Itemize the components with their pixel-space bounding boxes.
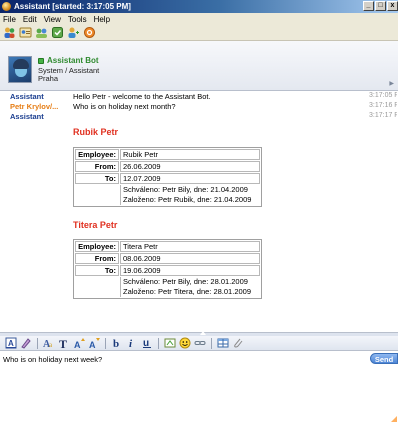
window-title: Assistant [started: 3:17:05 PM] <box>14 2 131 11</box>
toolbar-separator <box>158 337 159 349</box>
blank-cell <box>75 185 119 205</box>
created-line: Založeno: Petr Titera, dne: 28.01.2009 <box>123 287 252 296</box>
grow-font-icon[interactable]: A <box>73 337 85 349</box>
close-button[interactable]: x <box>387 1 398 11</box>
svg-text:T: T <box>59 337 67 349</box>
approval-note: Schváleno: Petr Bily, dne: 28.01.2009 Za… <box>120 277 260 297</box>
svg-text:a: a <box>49 341 53 349</box>
app-icon <box>2 2 11 11</box>
approved-line: Schváleno: Petr Bily, dne: 28.01.2009 <box>123 277 248 286</box>
menu-edit[interactable]: Edit <box>23 15 37 24</box>
emoticon-icon[interactable] <box>179 337 191 349</box>
bold-icon[interactable]: b <box>111 337 123 349</box>
menu-view[interactable]: View <box>44 15 61 24</box>
window-titlebar: Assistant [started: 3:17:05 PM] _ □ x <box>0 0 398 13</box>
contact-name: Assistant Bot <box>38 56 99 65</box>
contact-location: Praha <box>38 74 59 83</box>
employee-title: Rubik Petr <box>73 127 119 137</box>
table-icon[interactable] <box>217 337 229 349</box>
message-time: 3:17:16 PM <box>369 102 397 109</box>
employee-table: Employee: Rubik Petr From: 26.06.2009 To… <box>73 147 262 207</box>
svg-text:A: A <box>89 340 96 349</box>
svg-text:A: A <box>8 339 14 348</box>
toolbar-separator <box>37 337 38 349</box>
employee-label: Employee: <box>75 241 119 252</box>
contact-name-label: Assistant Bot <box>47 56 99 65</box>
font-icon[interactable]: Aa <box>43 337 55 349</box>
from-label: From: <box>75 253 119 264</box>
employee-label: Employee: <box>75 149 119 160</box>
message-row: Petr Krylov/... Who is on holiday next m… <box>0 102 398 112</box>
italic-icon[interactable]: i <box>126 337 138 349</box>
from-label: From: <box>75 161 119 172</box>
employee-value: Rubik Petr <box>120 149 260 160</box>
to-label: To: <box>75 173 119 184</box>
window-controls: _ □ x <box>363 1 398 11</box>
contact-panel: Assistant Bot System / Assistant Praha ▶ <box>0 41 398 91</box>
online-status-icon <box>38 57 44 64</box>
svg-text:b: b <box>113 338 119 349</box>
message-time: 3:17:05 PM <box>369 92 397 99</box>
send-button[interactable]: Send <box>370 353 398 364</box>
approved-line: Schváleno: Petr Bily, dne: 21.04.2009 <box>123 185 248 194</box>
blank-cell <box>75 277 119 297</box>
menu-file[interactable]: File <box>3 15 16 24</box>
chevron-right-icon[interactable]: ▶ <box>389 80 394 87</box>
toolbar-separator <box>211 337 212 349</box>
contact-card-icon[interactable] <box>19 26 32 39</box>
message-text: Hello Petr - welcome to the Assistant Bo… <box>73 92 211 101</box>
to-label: To: <box>75 265 119 276</box>
to-value: 12.07.2009 <box>120 173 260 184</box>
chat-transcript: Assistant Hello Petr - welcome to the As… <box>0 91 398 332</box>
link-icon[interactable] <box>194 337 206 349</box>
from-value: 26.06.2009 <box>120 161 260 172</box>
text-color-icon[interactable]: A <box>5 337 17 349</box>
message-row: Assistant 3:17:17 PM <box>0 112 398 122</box>
message-time: 3:17:17 PM <box>369 112 397 119</box>
created-line: Založeno: Petr Rubik, dne: 21.04.2009 <box>123 195 252 204</box>
history-icon[interactable] <box>51 26 64 39</box>
svg-text:A: A <box>74 340 81 349</box>
add-user-icon[interactable] <box>67 26 80 39</box>
avatar-hair <box>13 59 29 69</box>
avatar <box>8 56 32 83</box>
splitter-handle-icon[interactable] <box>200 331 206 335</box>
underline-icon[interactable]: u <box>141 337 153 349</box>
minimize-button[interactable]: _ <box>363 1 374 11</box>
shrink-font-icon[interactable]: A <box>88 337 100 349</box>
message-sender: Petr Krylov/... <box>10 102 59 111</box>
message-input[interactable]: Who is on holiday next week? <box>3 355 102 364</box>
font-size-icon[interactable]: T <box>58 337 70 349</box>
svg-text:i: i <box>129 338 133 349</box>
menubar: File Edit View Tools Help <box>0 13 398 25</box>
toolbar <box>0 25 398 41</box>
message-input-area[interactable]: Who is on holiday next week? Send <box>0 351 398 423</box>
message-row: Assistant Hello Petr - welcome to the As… <box>0 92 398 102</box>
menu-help[interactable]: Help <box>94 15 110 24</box>
message-sender: Assistant <box>10 112 44 121</box>
toolbar-separator <box>105 337 106 349</box>
stationery-icon[interactable] <box>164 337 176 349</box>
resize-grip-icon[interactable] <box>391 416 397 422</box>
message-sender: Assistant <box>10 92 44 101</box>
approval-note: Schváleno: Petr Bily, dne: 21.04.2009 Za… <box>120 185 260 205</box>
to-value: 19.06.2009 <box>120 265 260 276</box>
formatting-toolbar: A Aa T A A b i u <box>0 336 398 351</box>
employee-title: Titera Petr <box>73 220 118 230</box>
people-icon[interactable] <box>3 26 16 39</box>
employee-table: Employee: Titera Petr From: 08.06.2009 T… <box>73 239 262 299</box>
menu-tools[interactable]: Tools <box>68 15 87 24</box>
attach-icon[interactable] <box>232 337 244 349</box>
employee-value: Titera Petr <box>120 241 260 252</box>
email-icon[interactable] <box>83 26 96 39</box>
from-value: 08.06.2009 <box>120 253 260 264</box>
maximize-button[interactable]: □ <box>375 1 386 11</box>
message-text: Who is on holiday next month? <box>73 102 176 111</box>
group-icon[interactable] <box>35 26 48 39</box>
highlight-icon[interactable] <box>20 337 32 349</box>
